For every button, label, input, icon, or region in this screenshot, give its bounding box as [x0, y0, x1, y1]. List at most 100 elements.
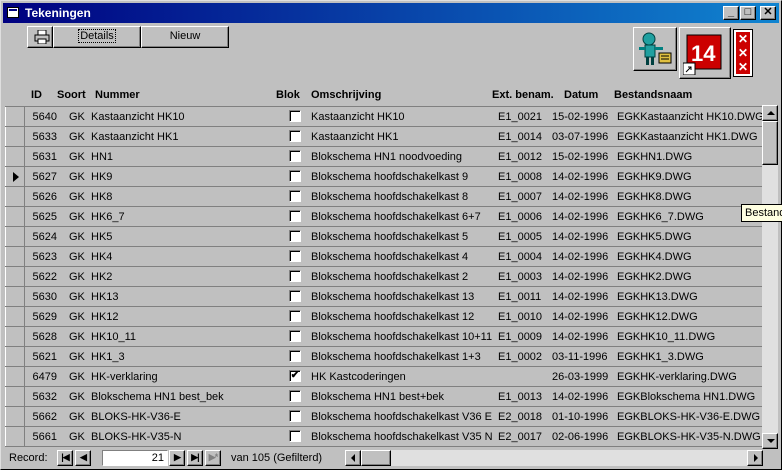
table-row[interactable]: 5626 GK HK8 Blokschema hoofdschakelkast 8 E1…: [5, 187, 762, 207]
cell-omschrijving[interactable]: Blokschema hoofdschakelkast 4: [311, 251, 493, 263]
cell-omschrijving[interactable]: Blokschema hoofdschakelkast 6+7: [311, 211, 493, 223]
cell-soort[interactable]: GK: [69, 251, 91, 263]
cell-id[interactable]: 5627: [5, 171, 57, 183]
cell-bestandsnaam[interactable]: EGKHK9.DWG: [617, 171, 762, 183]
cell-bestandsnaam[interactable]: EGKHK10_11.DWG: [617, 331, 762, 343]
cell-soort[interactable]: GK: [69, 211, 91, 223]
cell-datum[interactable]: 14-02-1996: [552, 331, 616, 343]
blok-checkbox[interactable]: [289, 430, 301, 442]
cell-bestandsnaam[interactable]: EGKHK1_3.DWG: [617, 351, 762, 363]
table-row[interactable]: 5624 GK HK5 Blokschema hoofdschakelkast 5 E1…: [5, 227, 762, 247]
cell-datum[interactable]: 03-07-1996: [552, 131, 616, 143]
cell-id[interactable]: 5622: [5, 271, 57, 283]
cell-soort[interactable]: GK: [69, 231, 91, 243]
cell-nummer[interactable]: BLOKS-HK-V36-E: [91, 411, 277, 423]
scroll-up-button[interactable]: [762, 105, 778, 121]
new-button[interactable]: Nieuw: [141, 26, 229, 48]
cell-id[interactable]: 5624: [5, 231, 57, 243]
cell-id[interactable]: 5630: [5, 291, 57, 303]
cell-soort[interactable]: GK: [69, 151, 91, 163]
cell-datum[interactable]: 02-06-1996: [552, 431, 616, 443]
blok-checkbox[interactable]: [289, 350, 301, 362]
cell-datum[interactable]: 14-02-1996: [552, 231, 616, 243]
blok-checkbox[interactable]: ✔: [289, 370, 301, 382]
blok-checkbox[interactable]: [289, 270, 301, 282]
cell-omschrijving[interactable]: Kastaanzicht HK1: [311, 131, 493, 143]
cell-datum[interactable]: 26-03-1999: [552, 371, 616, 383]
cell-id[interactable]: 5628: [5, 331, 57, 343]
table-row[interactable]: 5631 GK HN1 Blokschema HN1 noodvoeding E1_00…: [5, 147, 762, 167]
cell-id[interactable]: 5625: [5, 211, 57, 223]
cell-bestandsnaam[interactable]: EGKHK13.DWG: [617, 291, 762, 303]
cell-omschrijving[interactable]: Blokschema hoofdschakelkast 5: [311, 231, 493, 243]
cell-omschrijving[interactable]: Blokschema HN1 noodvoeding: [311, 151, 493, 163]
cell-id[interactable]: 5633: [5, 131, 57, 143]
cell-nummer[interactable]: HK-verklaring: [91, 371, 277, 383]
cell-id[interactable]: 5621: [5, 351, 57, 363]
table-row[interactable]: 5661 GK BLOKS-HK-V35-N Blokschema hoofdscha…: [5, 427, 762, 447]
table-row[interactable]: 5633 GK Kastaanzicht HK1 Kastaanzicht HK1 E1…: [5, 127, 762, 147]
cell-soort[interactable]: GK: [69, 291, 91, 303]
details-button[interactable]: Details: [53, 26, 141, 48]
cell-omschrijving[interactable]: Kastaanzicht HK10: [311, 111, 493, 123]
table-row[interactable]: 5625 GK HK6_7 Blokschema hoofdschakelkast 6…: [5, 207, 762, 227]
cell-datum[interactable]: 03-11-1996: [552, 351, 616, 363]
cell-nummer[interactable]: HK4: [91, 251, 277, 263]
blok-checkbox[interactable]: [289, 110, 301, 122]
cell-bestandsnaam[interactable]: EGKHK2.DWG: [617, 271, 762, 283]
header-id[interactable]: ID: [31, 89, 42, 101]
cell-datum[interactable]: 14-02-1996: [552, 211, 616, 223]
blok-checkbox[interactable]: [289, 310, 301, 322]
cell-soort[interactable]: GK: [69, 311, 91, 323]
cell-id[interactable]: 5626: [5, 191, 57, 203]
cell-omschrijving[interactable]: Blokschema hoofdschakelkast 1+3: [311, 351, 493, 363]
record-number-input[interactable]: 21: [102, 450, 168, 466]
cell-soort[interactable]: GK: [69, 271, 91, 283]
previous-record-button[interactable]: ◀: [75, 450, 91, 466]
table-row[interactable]: 6479 GK HK-verklaring HK Kastcoderingen 26-0…: [5, 367, 762, 387]
cell-bestandsnaam[interactable]: EGKHK12.DWG: [617, 311, 762, 323]
blok-checkbox[interactable]: [289, 190, 301, 202]
cell-omschrijving[interactable]: Blokschema hoofdschakelkast 12: [311, 311, 493, 323]
maximize-button[interactable]: □: [740, 6, 756, 20]
cell-soort[interactable]: GK: [69, 351, 91, 363]
horizontal-scrollbar[interactable]: [345, 450, 763, 466]
cell-nummer[interactable]: HK6_7: [91, 211, 277, 223]
table-row[interactable]: 5627 GK HK9 Blokschema hoofdschakelkast 9 E1…: [5, 167, 762, 187]
cell-nummer[interactable]: HK9: [91, 171, 277, 183]
blok-checkbox[interactable]: [289, 150, 301, 162]
header-bestandsnaam[interactable]: Bestandsnaam: [614, 89, 692, 101]
cell-id[interactable]: 5640: [5, 111, 57, 123]
cell-datum[interactable]: 14-02-1996: [552, 251, 616, 263]
cell-omschrijving[interactable]: Blokschema hoofdschakelkast 2: [311, 271, 493, 283]
table-row[interactable]: 5621 GK HK1_3 Blokschema hoofdschakelkast 1…: [5, 347, 762, 367]
scroll-down-button[interactable]: [762, 433, 778, 449]
cell-nummer[interactable]: HN1: [91, 151, 277, 163]
cell-nummer[interactable]: BLOKS-HK-V35-N: [91, 431, 277, 443]
cell-id[interactable]: 5632: [5, 391, 57, 403]
blok-checkbox[interactable]: [289, 330, 301, 342]
cell-id[interactable]: 6479: [5, 371, 57, 383]
cell-bestandsnaam[interactable]: EGKHK4.DWG: [617, 251, 762, 263]
cell-soort[interactable]: GK: [69, 431, 91, 443]
cell-bestandsnaam[interactable]: EGKHN1.DWG: [617, 151, 762, 163]
header-nummer[interactable]: Nummer: [95, 89, 140, 101]
cell-omschrijving[interactable]: Blokschema hoofdschakelkast 8: [311, 191, 493, 203]
table-row[interactable]: 5629 GK HK12 Blokschema hoofdschakelkast 12…: [5, 307, 762, 327]
next-record-button[interactable]: ▶: [169, 450, 185, 466]
header-ext-benam[interactable]: Ext. benam.: [492, 89, 554, 101]
cell-omschrijving[interactable]: Blokschema hoofdschakelkast 13: [311, 291, 493, 303]
cell-bestandsnaam[interactable]: EGKBLOKS-HK-V36-E.DWG: [617, 411, 762, 423]
cell-soort[interactable]: GK: [69, 411, 91, 423]
shortcut-14-button[interactable]: 14: [679, 27, 731, 79]
cell-soort[interactable]: GK: [69, 391, 91, 403]
cell-datum[interactable]: 14-02-1996: [552, 291, 616, 303]
cell-soort[interactable]: GK: [69, 171, 91, 183]
table-row[interactable]: 5640 GK Kastaanzicht HK10 Kastaanzicht HK10…: [5, 107, 762, 127]
blok-checkbox[interactable]: [289, 230, 301, 242]
cell-bestandsnaam[interactable]: EGKKastaanzicht HK10.DWG: [617, 111, 762, 123]
cell-nummer[interactable]: Kastaanzicht HK1: [91, 131, 277, 143]
cell-soort[interactable]: GK: [69, 131, 91, 143]
scroll-right-button[interactable]: [747, 450, 763, 466]
cell-datum[interactable]: 14-02-1996: [552, 391, 616, 403]
